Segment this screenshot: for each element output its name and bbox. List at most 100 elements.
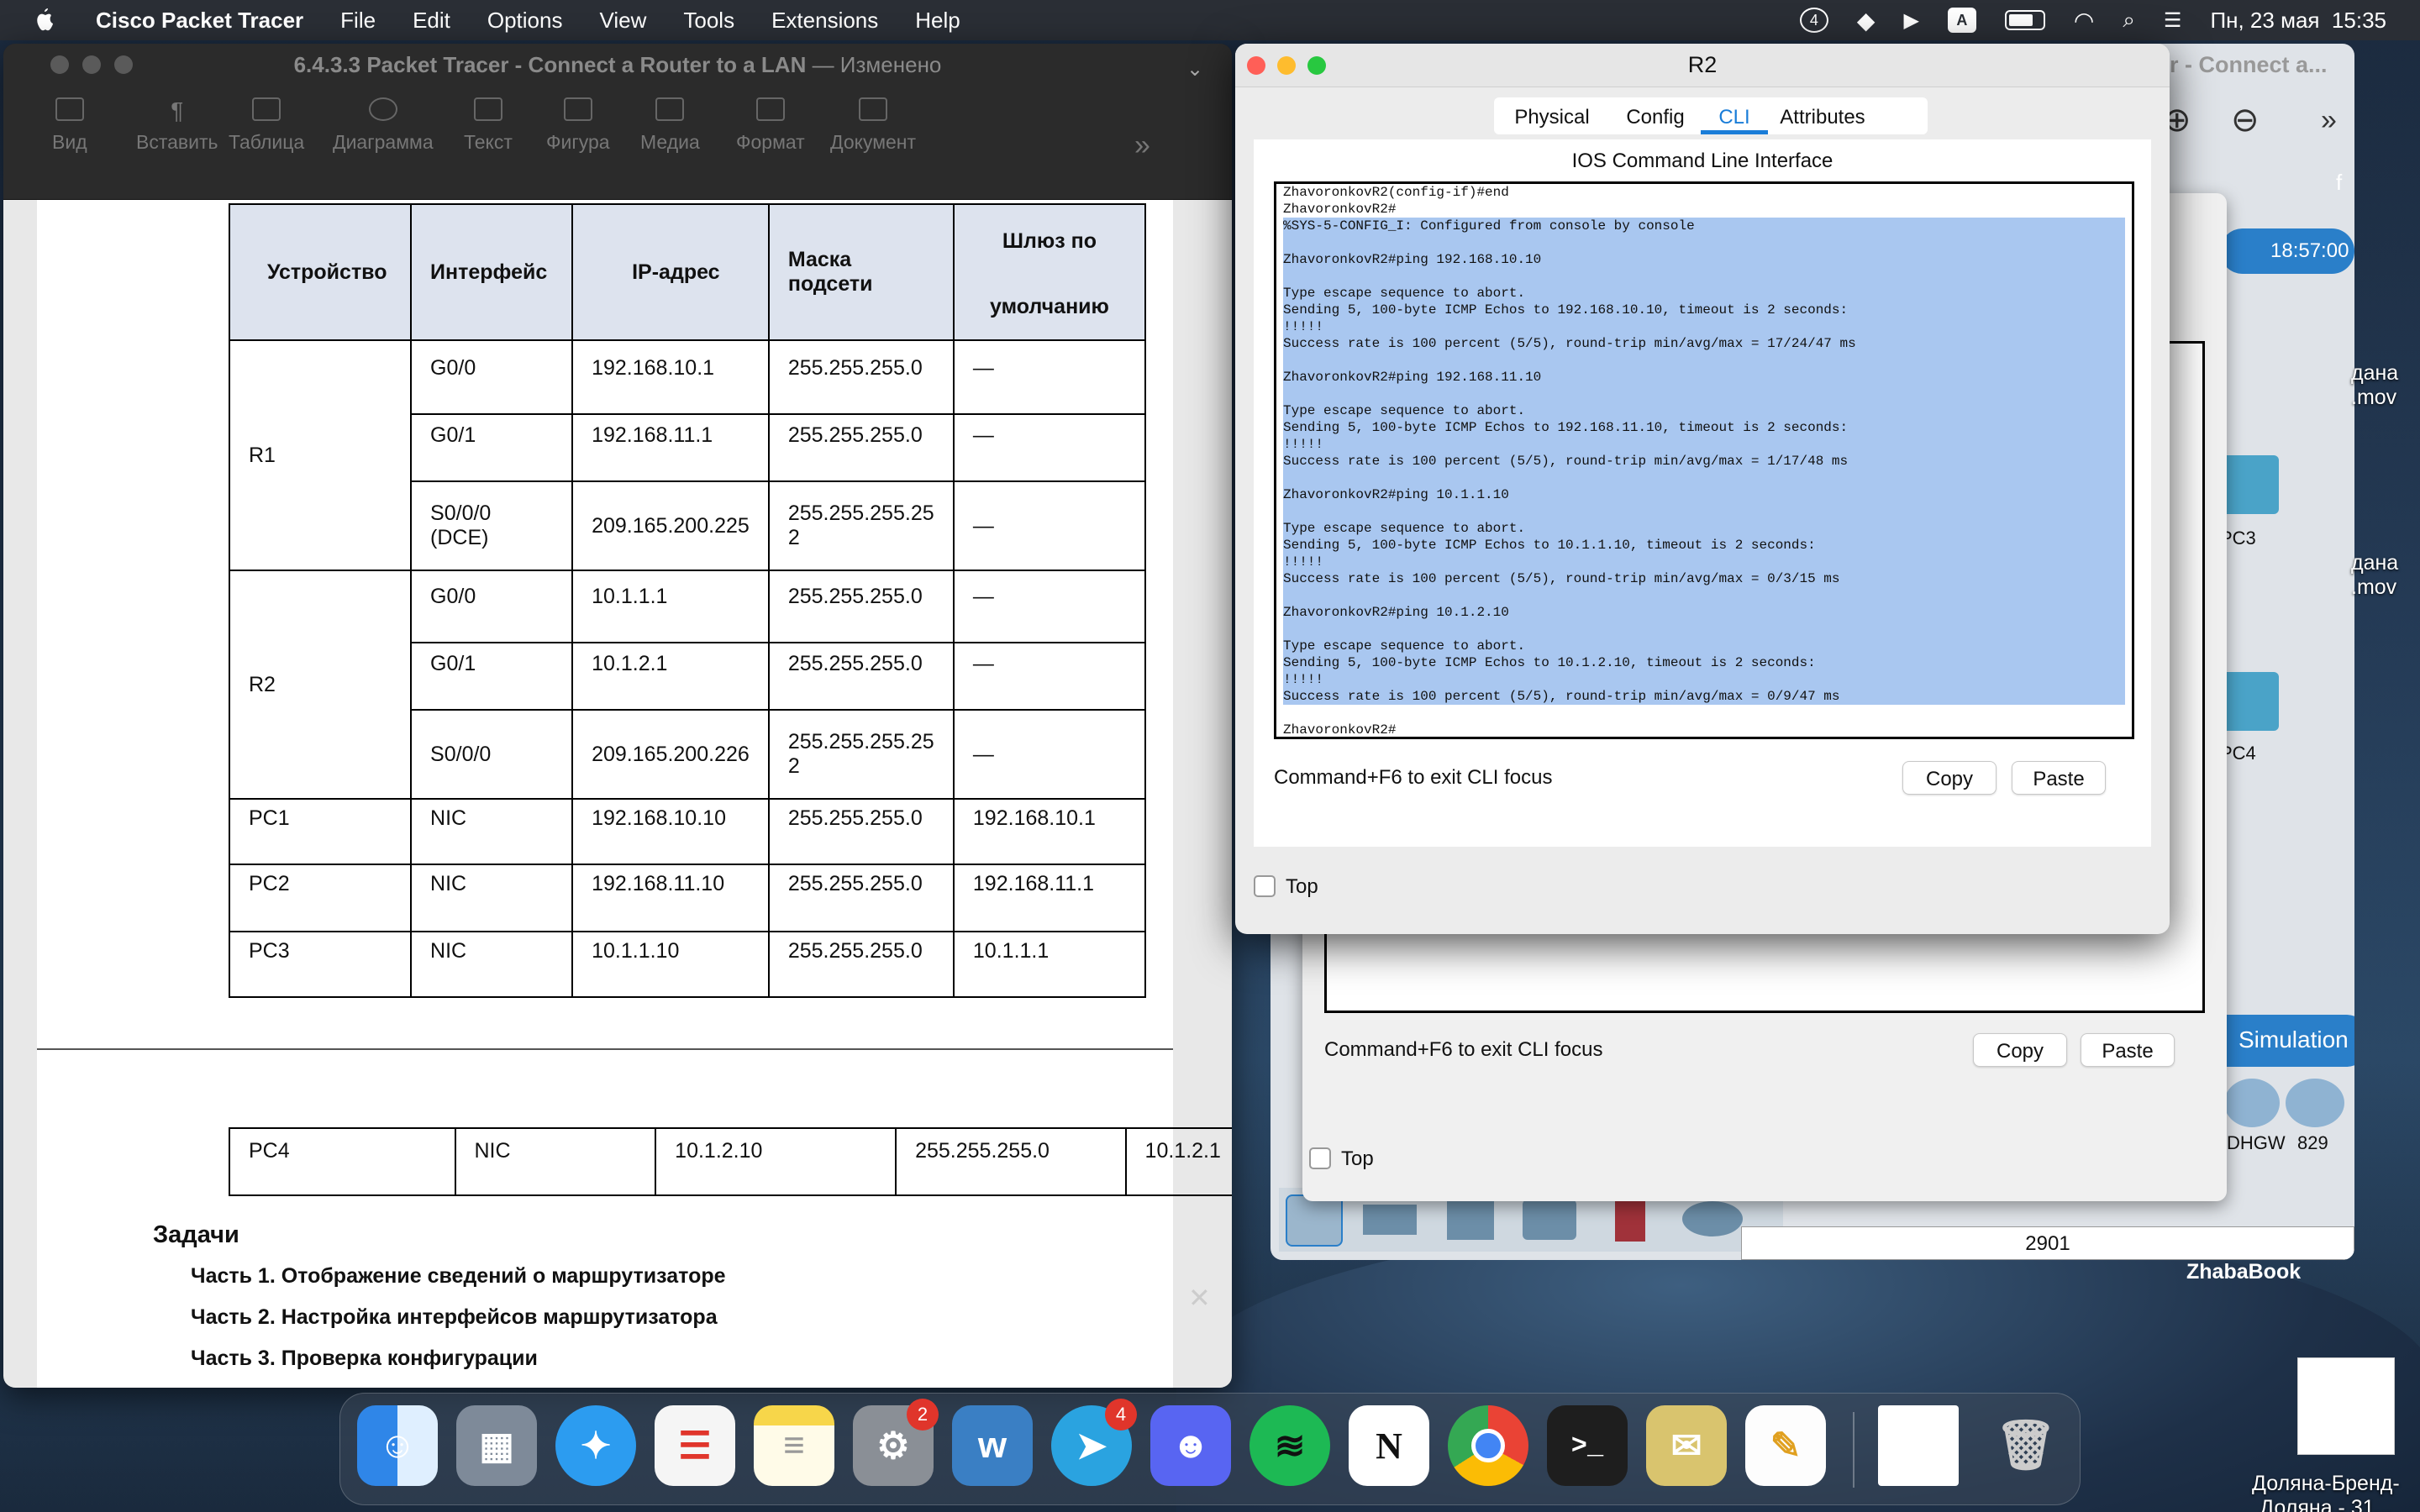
battery-icon[interactable] bbox=[2004, 10, 2045, 30]
clock-bar: 18:57:00 bbox=[2220, 228, 2354, 274]
cell-mask: 255.255.255.0 bbox=[767, 570, 955, 643]
cell-interface: G0/1 bbox=[410, 413, 574, 482]
table-row: PC3 NIC 10.1.1.10 255.255.255.0 10.1.1.1 bbox=[228, 931, 1147, 998]
simulation-tab[interactable]: Simulation bbox=[2220, 1015, 2354, 1067]
wan-category-icon[interactable] bbox=[1682, 1201, 1743, 1236]
tab-attributes[interactable]: Attributes bbox=[1768, 97, 1877, 134]
notion-icon[interactable]: N bbox=[1349, 1405, 1429, 1486]
tab-physical[interactable]: Physical bbox=[1494, 97, 1610, 134]
cell-interface: G0/1 bbox=[410, 642, 574, 711]
paste-button[interactable]: Paste bbox=[2012, 761, 2106, 795]
copy-button[interactable]: Copy bbox=[1902, 761, 1996, 795]
bg-paste-button[interactable]: Paste bbox=[2081, 1033, 2175, 1067]
toolbar-chart[interactable]: Диаграмма bbox=[333, 97, 434, 154]
safari-icon[interactable]: ✦ bbox=[555, 1405, 636, 1486]
bg-top-checkbox[interactable] bbox=[1309, 1147, 1331, 1169]
play-icon[interactable]: ▶ bbox=[1903, 8, 1918, 33]
hub-category-icon[interactable] bbox=[1447, 1200, 1494, 1240]
mail-app-icon[interactable]: ✉ bbox=[1646, 1405, 1727, 1486]
search-icon[interactable]: ⌕ bbox=[2123, 7, 2135, 34]
app-menu[interactable]: Cisco Packet Tracer bbox=[96, 8, 303, 34]
cli-line: Sending 5, 100-byte ICMP Echos to 10.1.2… bbox=[1283, 654, 2125, 671]
cli-line bbox=[1283, 503, 2125, 520]
cli-line: !!!!! bbox=[1283, 318, 2125, 335]
bg-window-title: er - Connect a... bbox=[2157, 52, 2328, 77]
menu-tools[interactable]: Tools bbox=[683, 8, 734, 34]
datetime[interactable]: Пн, 23 мая 15:35 bbox=[2210, 8, 2386, 34]
desktop-file-mov-1[interactable]: дана .mov bbox=[2351, 361, 2398, 410]
tasks-section: Задачи Часть 1. Отображение сведений о м… bbox=[153, 1221, 726, 1388]
chrome-icon[interactable] bbox=[1448, 1405, 1528, 1486]
top-checkbox[interactable] bbox=[1254, 875, 1276, 897]
terminal-icon[interactable]: >_ bbox=[1547, 1405, 1628, 1486]
toolbar-view[interactable]: Вид bbox=[52, 97, 87, 154]
toolbar-insert[interactable]: ¶ Вставить bbox=[136, 97, 218, 154]
extension-icon[interactable]: ◆ bbox=[1857, 7, 1876, 34]
cell-gateway: 10.1.1.1 bbox=[952, 931, 1147, 998]
doc-left-margin bbox=[3, 200, 37, 1388]
exit-cli-hint: Command+F6 to exit CLI focus bbox=[1274, 766, 1553, 789]
cli-line: ZhavoronkovR2# bbox=[1283, 202, 1397, 217]
textedit-icon[interactable]: ✎ bbox=[1745, 1405, 1826, 1486]
bookmarks-app-icon[interactable]: w bbox=[952, 1405, 1033, 1486]
panel-close-icon[interactable]: ✕ bbox=[1188, 1282, 1211, 1314]
menu-file[interactable]: File bbox=[340, 8, 376, 34]
apple-icon[interactable] bbox=[34, 8, 59, 33]
menu-edit[interactable]: Edit bbox=[413, 8, 450, 34]
cell-mask: 255.255.255.0 bbox=[767, 864, 955, 932]
router-category-icon[interactable] bbox=[1286, 1194, 1343, 1247]
router-dhgw-icon[interactable] bbox=[2224, 1079, 2280, 1127]
control-center-icon[interactable]: ☰ bbox=[2164, 8, 2182, 33]
doc-toolbar: Вид ¶ Вставить Таблица Диаграмма Текст Фи… bbox=[3, 86, 1232, 200]
cli-line: Success rate is 100 percent (5/5), round… bbox=[1283, 688, 2125, 705]
menu-view[interactable]: View bbox=[599, 8, 646, 34]
device-model-field[interactable]: 2901 bbox=[1741, 1226, 2354, 1260]
toolbar-media[interactable]: Медиа bbox=[640, 97, 700, 154]
bg-letter: f bbox=[2336, 170, 2343, 195]
reminders-icon[interactable]: ☰ bbox=[655, 1405, 735, 1486]
menu-help[interactable]: Help bbox=[915, 8, 960, 34]
menu-extensions[interactable]: Extensions bbox=[771, 8, 878, 34]
document-page[interactable]: Устройство Интерфейс IP-адрес Маска подс… bbox=[37, 200, 1232, 1388]
desktop-file-mov-2[interactable]: дана .mov bbox=[2351, 551, 2398, 600]
tab-overflow-icon[interactable]: ⌄ bbox=[1186, 57, 1203, 81]
toolbar-table[interactable]: Таблица bbox=[229, 97, 304, 154]
router-dhgw-label: DHGW bbox=[2227, 1132, 2286, 1153]
trash-icon[interactable]: 🗑 bbox=[1986, 1405, 2066, 1486]
finder-icon[interactable]: ☺ bbox=[357, 1405, 438, 1486]
toolbar-document[interactable]: Документ bbox=[830, 97, 916, 154]
pc4-icon[interactable] bbox=[2220, 672, 2279, 731]
recent-document-icon[interactable] bbox=[1878, 1405, 1959, 1486]
bg-copy-button[interactable]: Copy bbox=[1973, 1033, 2067, 1067]
desktop-document-thumbnail[interactable] bbox=[2297, 1357, 2395, 1455]
security-category-icon[interactable] bbox=[1615, 1198, 1645, 1242]
system-settings-icon[interactable]: ⚙ 2 bbox=[853, 1399, 939, 1486]
tab-config[interactable]: Config bbox=[1610, 97, 1701, 134]
launchpad-icon[interactable]: ▦ bbox=[456, 1405, 537, 1486]
cli-terminal[interactable]: ZhavoronkovR2(config-if)#end ZhavoronkovR… bbox=[1274, 181, 2134, 739]
pc3-icon[interactable] bbox=[2220, 455, 2279, 514]
toolbar-format[interactable]: Формат bbox=[736, 97, 805, 154]
notes-icon[interactable]: ≡ bbox=[754, 1405, 834, 1486]
notification-icon[interactable]: 4 bbox=[1799, 8, 1828, 33]
menu-options[interactable]: Options bbox=[487, 8, 563, 34]
discord-icon[interactable]: ☻ bbox=[1150, 1405, 1231, 1486]
cell-mask: 255.255.255.0 bbox=[895, 1127, 1127, 1196]
r2-window-title: R2 bbox=[1687, 52, 1718, 77]
toolbar-overflow-icon[interactable]: » bbox=[1134, 129, 1150, 162]
document-icon bbox=[859, 97, 888, 121]
toolbar-shape[interactable]: Фигура bbox=[546, 97, 610, 154]
desktop-file-label[interactable]: Доляна-Бренд- Доляна - 31... bbox=[2252, 1472, 2400, 1512]
router-829-icon[interactable] bbox=[2286, 1079, 2344, 1127]
switch-category-icon[interactable] bbox=[1363, 1205, 1417, 1235]
input-source-icon[interactable]: A bbox=[1947, 8, 1976, 33]
tab-cli[interactable]: CLI bbox=[1701, 97, 1768, 134]
wireless-category-icon[interactable] bbox=[1523, 1200, 1576, 1240]
cell-ip: 192.168.11.1 bbox=[571, 413, 770, 482]
spotify-icon[interactable]: ≋ bbox=[1249, 1405, 1330, 1486]
zoom-out-icon[interactable]: ⊖ bbox=[2231, 101, 2260, 139]
wifi-icon[interactable]: ◠ bbox=[2074, 7, 2094, 34]
more-icon[interactable]: » bbox=[2321, 104, 2337, 137]
toolbar-text[interactable]: Текст bbox=[464, 97, 513, 154]
telegram-icon[interactable]: ➤ 4 bbox=[1051, 1399, 1137, 1486]
